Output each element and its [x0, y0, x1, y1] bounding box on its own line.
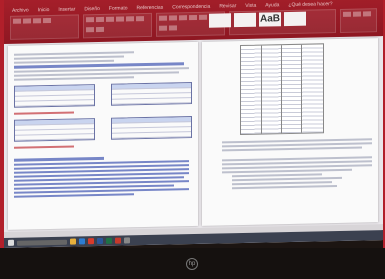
tab-review[interactable]: Revisar — [219, 3, 236, 9]
word-ribbon: Archivo Inicio Insertar Diseño Formato R… — [4, 0, 383, 45]
style-gallery: AaB — [209, 11, 306, 28]
tab-design[interactable]: Diseño — [84, 6, 100, 12]
word-icon[interactable] — [97, 237, 103, 245]
office-icon[interactable] — [88, 238, 94, 245]
data-table — [111, 116, 192, 140]
style-normal[interactable] — [209, 13, 231, 28]
data-table — [14, 84, 95, 108]
tab-mailings[interactable]: Correspondencia — [172, 4, 210, 11]
data-table — [240, 43, 324, 136]
edge-icon[interactable] — [79, 238, 85, 245]
ribbon-toolbar — [10, 8, 377, 40]
tab-insert[interactable]: Insertar — [58, 7, 75, 13]
tab-help[interactable]: Ayuda — [265, 2, 279, 8]
data-table — [111, 82, 192, 106]
tab-home[interactable]: Inicio — [38, 7, 50, 13]
style-title[interactable]: AaB — [259, 12, 281, 27]
document-page-left[interactable] — [8, 41, 198, 230]
excel-icon[interactable] — [106, 237, 112, 244]
search-box[interactable] — [17, 239, 67, 246]
powerpoint-icon[interactable] — [115, 237, 121, 244]
style-no-spacing[interactable] — [234, 12, 256, 28]
editing-group[interactable] — [339, 8, 377, 33]
tab-references[interactable]: Referencias — [137, 5, 164, 12]
tab-format[interactable]: Formato — [109, 5, 128, 11]
file-explorer-icon[interactable] — [70, 238, 76, 245]
start-icon[interactable] — [8, 239, 14, 246]
document-page-right[interactable] — [202, 38, 378, 226]
tell-me-search[interactable]: ¿Qué desea hacer? — [288, 1, 332, 8]
data-table — [14, 118, 95, 142]
style-subtitle[interactable] — [284, 11, 306, 27]
app-icon[interactable] — [124, 237, 130, 244]
clipboard-group[interactable] — [10, 14, 79, 40]
hp-logo-icon: hp — [186, 258, 198, 270]
tab-view[interactable]: Vista — [245, 3, 256, 9]
font-group[interactable] — [82, 12, 152, 39]
tab-file[interactable]: Archivo — [12, 7, 29, 13]
laptop-screen: Archivo Inicio Insertar Diseño Formato R… — [4, 0, 383, 249]
